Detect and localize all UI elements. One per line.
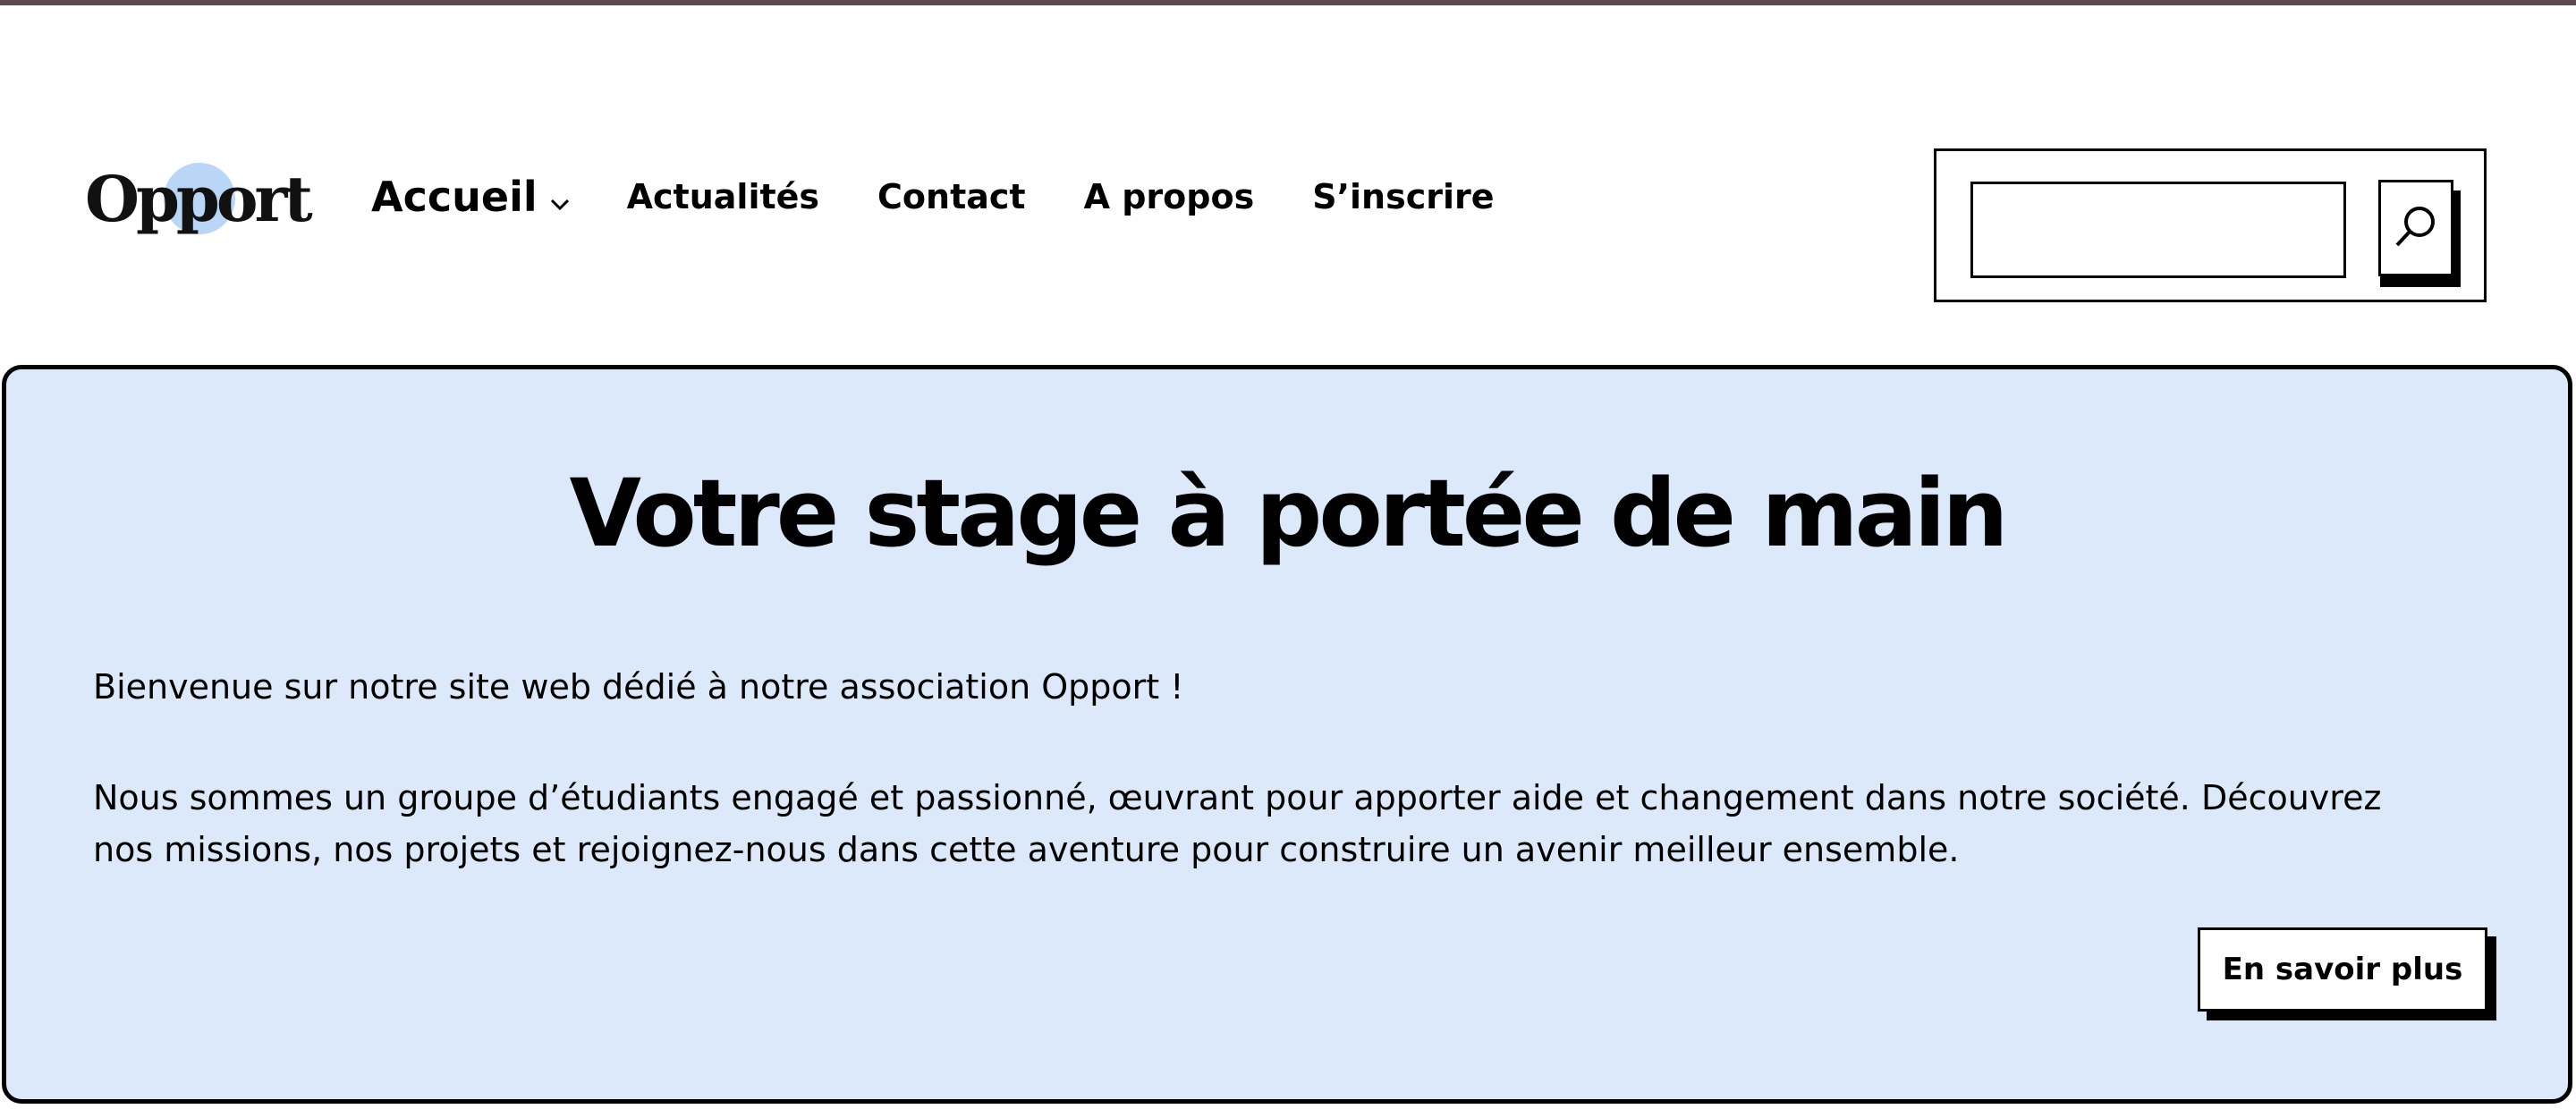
search-form [1934, 148, 2487, 302]
search-icon [2392, 202, 2440, 254]
nav-item-contact[interactable]: Contact [877, 177, 1026, 216]
site-logo[interactable]: Opport [85, 159, 313, 240]
nav-item-sinscrire[interactable]: S’inscrire [1312, 177, 1494, 216]
search-input[interactable] [1970, 182, 2346, 278]
hero-title: Votre stage à portée de main [569, 459, 2009, 568]
chevron-down-icon[interactable] [550, 173, 570, 221]
logo-text: Opport [85, 162, 313, 236]
nav-item-accueil[interactable]: Accueil [371, 173, 570, 221]
nav-item-label: Accueil [371, 173, 538, 221]
hero-intro-text: Bienvenue sur notre site web dédié à not… [93, 667, 1184, 707]
learn-more-button[interactable]: En savoir plus [2198, 927, 2487, 1012]
top-accent-bar [0, 0, 2576, 5]
nav-item-a-propos[interactable]: A propos [1084, 177, 1255, 216]
search-button[interactable] [2378, 180, 2453, 276]
hero-section: Votre stage à portée de main Bienvenue s… [2, 365, 2572, 1104]
hero-description-text: Nous sommes un groupe d’étudiants engagé… [93, 778, 2382, 869]
main-nav: Accueil Actualités Contact A propos S’in… [371, 170, 1553, 224]
nav-item-actualites[interactable]: Actualités [627, 177, 819, 216]
